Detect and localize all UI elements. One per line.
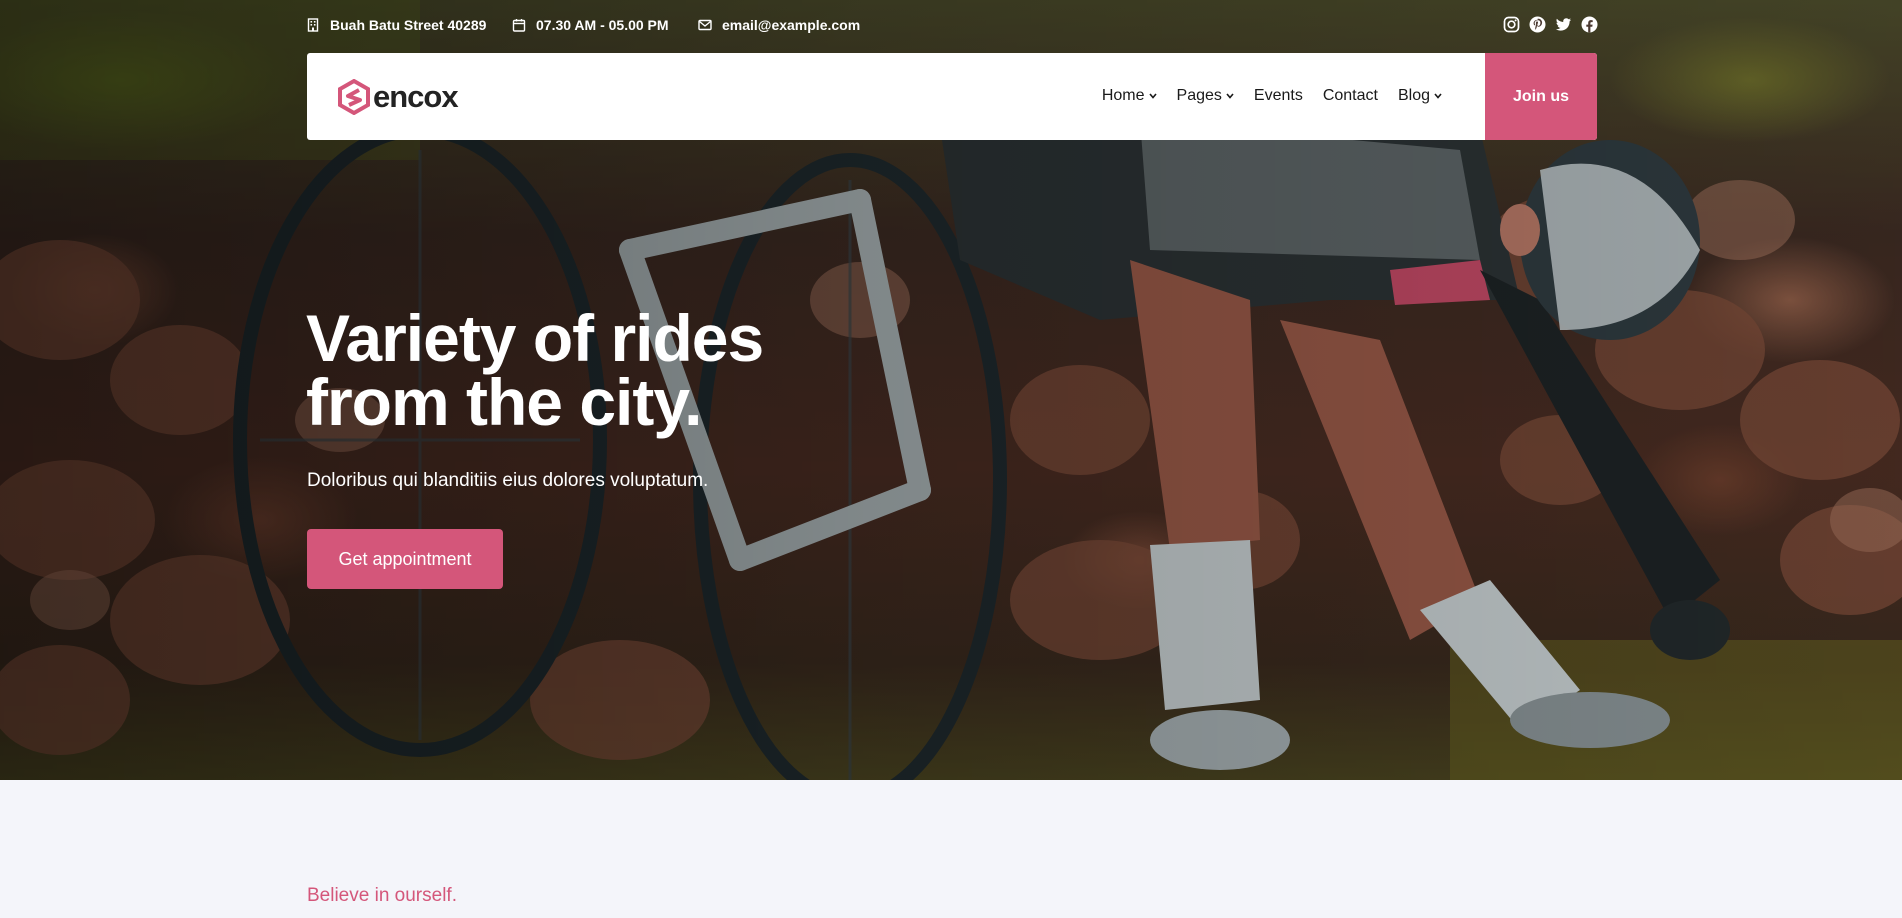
hero-title: Variety of rides from the city. xyxy=(306,301,1006,439)
nav-item-blog[interactable]: Blog xyxy=(1398,87,1442,105)
nav-item-label: Events xyxy=(1253,87,1303,104)
nav-item-contact[interactable]: Contact xyxy=(1323,87,1378,105)
nav-item-label: Blog xyxy=(1397,87,1430,104)
social-links xyxy=(1503,16,1598,33)
hours-text: 07.30 AM - 05.00 PM xyxy=(536,17,669,33)
nav-menu: Home Pages Events Contact Blog xyxy=(1102,87,1442,105)
instagram-icon[interactable] xyxy=(1503,16,1520,33)
hero-subtitle: Doloribus qui blanditiis eius dolores vo… xyxy=(307,470,709,491)
logo[interactable]: encox xyxy=(337,79,459,115)
nav-item-home[interactable]: Home xyxy=(1102,87,1157,105)
facebook-icon[interactable] xyxy=(1581,16,1598,33)
main-navbar: encox Home Pages Events Contact Blog Joi… xyxy=(307,53,1597,140)
email-link[interactable]: email@example.com xyxy=(722,17,860,33)
nav-item-label: Home xyxy=(1101,87,1145,104)
hours-info: 07.30 AM - 05.00 PM xyxy=(512,17,669,33)
get-appointment-button[interactable]: Get appointment xyxy=(307,529,503,589)
address-text: Buah Batu Street 40289 xyxy=(330,17,487,33)
top-info-bar: Buah Batu Street 40289 07.30 AM - 05.00 … xyxy=(306,14,1598,38)
twitter-icon[interactable] xyxy=(1555,16,1572,33)
chevron-down-icon xyxy=(1226,93,1234,99)
envelope-icon xyxy=(698,19,712,31)
nav-item-label: Pages xyxy=(1176,87,1222,104)
chevron-down-icon xyxy=(1148,93,1157,99)
hero-title-line: Variety of rides xyxy=(306,301,764,375)
section-tagline: Believe in ourself. xyxy=(307,885,457,906)
building-icon xyxy=(307,18,319,32)
nav-item-label: Contact xyxy=(1322,87,1378,104)
calendar-icon xyxy=(512,19,526,32)
hero-title-line: from the city. xyxy=(306,365,703,439)
email-info[interactable]: email@example.com xyxy=(698,17,860,33)
address-info: Buah Batu Street 40289 xyxy=(306,17,486,33)
nav-item-events[interactable]: Events xyxy=(1254,87,1303,105)
pinterest-icon[interactable] xyxy=(1529,16,1546,33)
logo-text: encox xyxy=(373,79,459,114)
join-us-button[interactable]: Join us xyxy=(1485,53,1597,140)
logo-mark-icon xyxy=(338,79,370,115)
nav-item-pages[interactable]: Pages xyxy=(1177,87,1234,105)
chevron-down-icon xyxy=(1434,93,1442,99)
